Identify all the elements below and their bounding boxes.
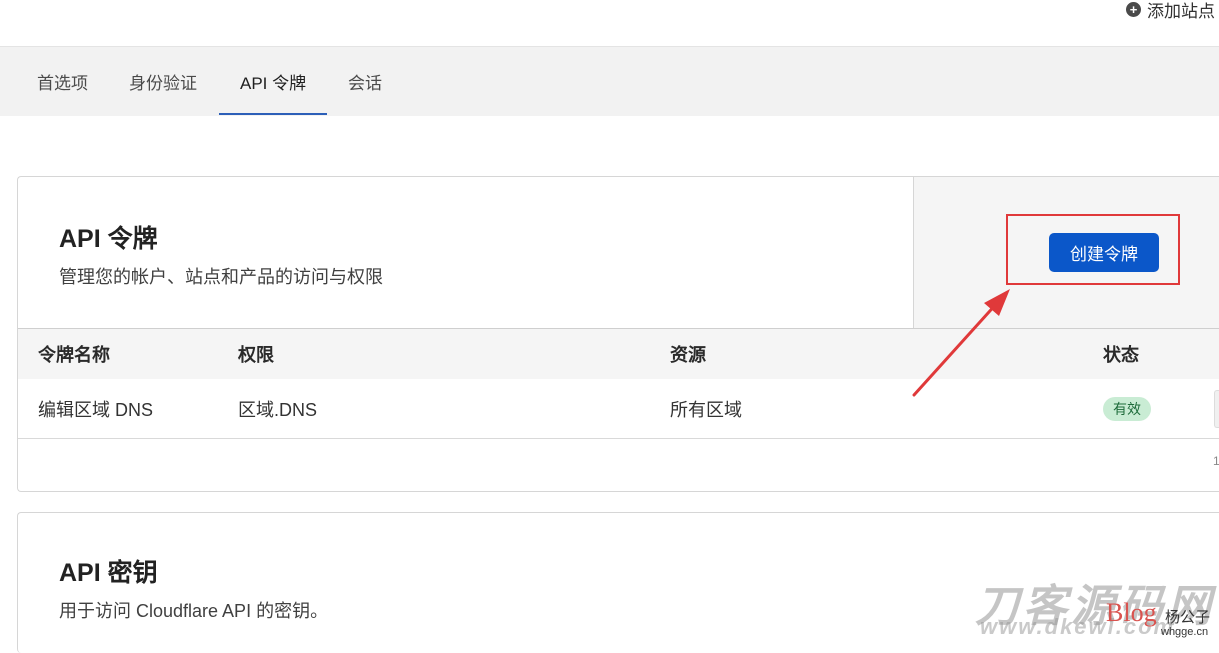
api-keys-card: API 密钥 用于访问 Cloudflare API 的密钥。 — [17, 512, 1219, 653]
settings-tabs: 首选项 身份验证 API 令牌 会话 — [0, 47, 1219, 116]
tokens-table-header: 令牌名称 权限 资源 状态 — [18, 329, 1219, 379]
api-keys-subtitle: 用于访问 Cloudflare API 的密钥。 — [59, 601, 329, 621]
top-bar: + 添加站点 — [0, 0, 1219, 47]
api-tokens-title: API 令牌 — [59, 225, 158, 253]
api-tokens-subtitle: 管理您的帐户、站点和产品的访问与权限 — [59, 267, 383, 287]
column-header-permission: 权限 — [238, 345, 274, 365]
plus-circle-icon: + — [1126, 1, 1141, 17]
tab-sessions[interactable]: 会话 — [348, 47, 382, 116]
tab-authentication[interactable]: 身份验证 — [129, 47, 197, 116]
active-tab-indicator — [219, 113, 327, 115]
column-header-resource: 资源 — [670, 345, 706, 365]
column-header-status: 状态 — [1103, 345, 1139, 365]
status-badge: 有效 — [1103, 397, 1151, 421]
token-resource: 所有区域 — [670, 400, 742, 420]
add-site-label: 添加站点 — [1147, 1, 1215, 21]
column-header-name: 令牌名称 — [38, 345, 110, 365]
add-site-button[interactable]: + 添加站点 — [1126, 0, 1215, 21]
row-actions-button[interactable] — [1214, 390, 1219, 428]
tab-preferences[interactable]: 首选项 — [37, 47, 88, 116]
create-token-button[interactable]: 创建令牌 — [1049, 233, 1159, 272]
table-row: 编辑区域 DNS 区域.DNS 所有区域 有效 — [18, 380, 1219, 439]
table-footer-fragment: 1 — [1213, 454, 1219, 468]
tab-api-tokens[interactable]: API 令牌 — [240, 47, 306, 116]
token-name: 编辑区域 DNS — [38, 400, 154, 420]
token-permission: 区域.DNS — [238, 400, 318, 420]
api-keys-title: API 密钥 — [59, 559, 158, 587]
